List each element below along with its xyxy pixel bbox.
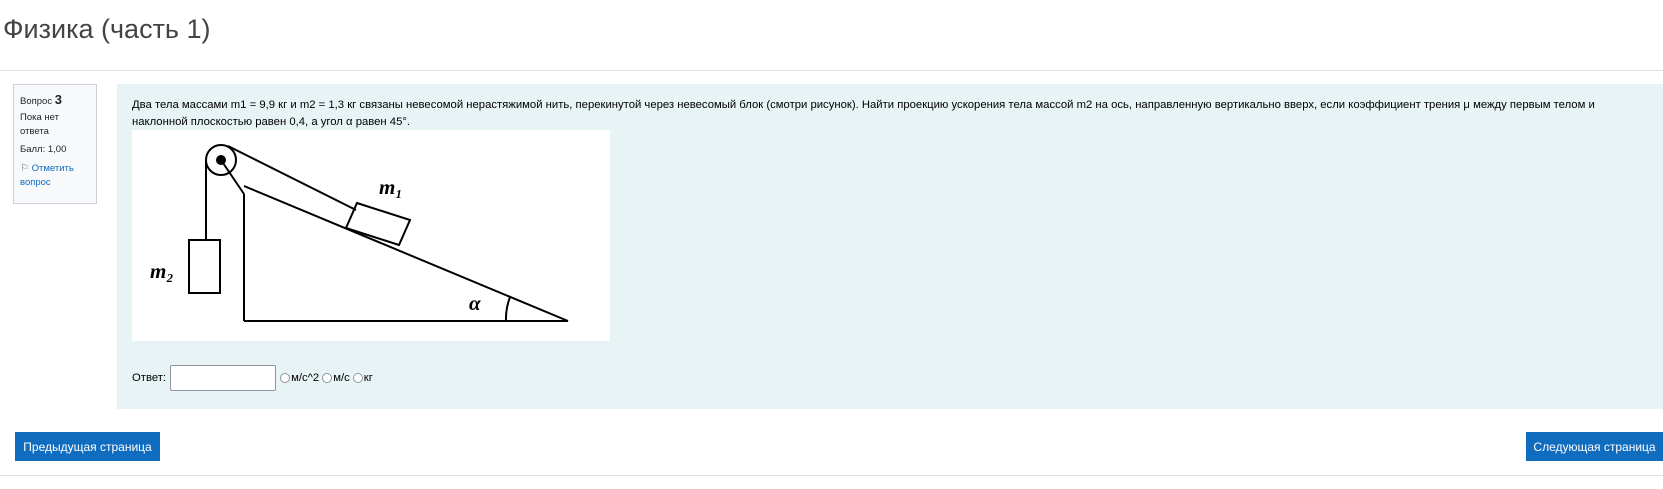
question-formulation: Два тела массами m1 = 9,9 кг и m2 = 1,3 …	[117, 84, 1663, 409]
unit-label-kg: кг	[363, 372, 373, 384]
incline-hypotenuse	[243, 185, 569, 322]
flag-icon: ⚐	[20, 163, 29, 174]
label-m1: m₁	[379, 175, 403, 199]
previous-page-button[interactable]: Предыдущая страница	[15, 432, 160, 461]
label-alpha: α	[469, 291, 481, 315]
question-state: Пока нет ответа	[20, 112, 59, 137]
string-to-m1	[227, 145, 357, 211]
answer-row: Ответ: м/с^2 м/с кг	[132, 363, 376, 393]
unit-option-ms2[interactable]: м/с^2	[280, 372, 319, 384]
unit-radio-ms2[interactable]	[280, 373, 291, 383]
pulley-support	[220, 159, 245, 195]
question-number-label: Вопрос	[20, 96, 53, 107]
question-number-value: 3	[54, 92, 62, 107]
incline-pulley-diagram: m₁ m₂ α	[150, 144, 569, 322]
question-text: Два тела массами m1 = 9,9 кг и m2 = 1,3 …	[132, 99, 1595, 128]
angle-alpha-arc	[504, 296, 511, 322]
question-info: Вопрос 3 Пока нет ответа Балл: 1,00 ⚐ От…	[13, 84, 97, 204]
unit-radio-ms[interactable]	[322, 373, 333, 383]
answer-input[interactable]	[170, 365, 277, 391]
unit-label-ms: м/с	[333, 372, 350, 384]
question-number: Вопрос 3	[20, 93, 90, 109]
flag-question-label: Отметить вопрос	[20, 163, 74, 188]
incline-pulley-figure: m₁ m₂ α	[132, 130, 610, 341]
unit-option-ms[interactable]: м/с	[322, 372, 350, 384]
answer-label: Ответ:	[132, 372, 167, 384]
page-title: Физика (часть 1)	[3, 14, 211, 44]
unit-label-ms2: м/с^2	[291, 372, 320, 384]
unit-option-kg[interactable]: кг	[352, 372, 373, 384]
question-grade: Балл: 1,00	[20, 144, 67, 155]
block-m2	[188, 239, 221, 294]
label-m2: m₂	[150, 259, 174, 283]
flag-question-link[interactable]: ⚐ Отметить вопрос	[20, 162, 90, 190]
unit-radio-kg[interactable]	[352, 373, 363, 383]
next-page-button[interactable]: Следующая страница	[1526, 432, 1663, 461]
